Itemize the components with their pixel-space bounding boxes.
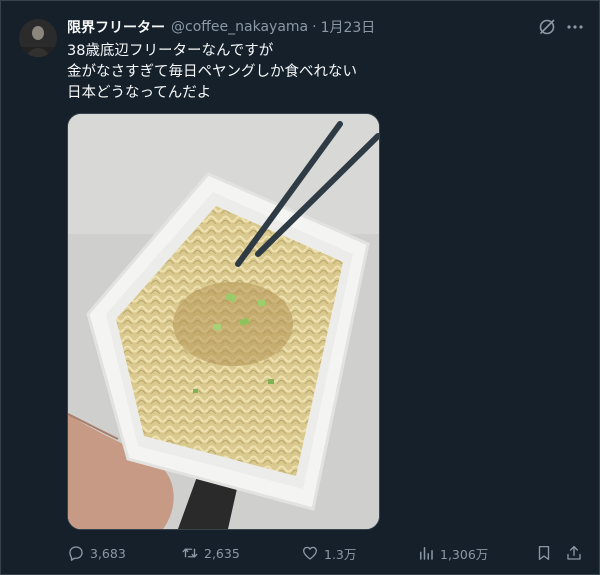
author-avatar[interactable]	[19, 19, 57, 57]
views-icon	[420, 547, 433, 560]
like-button[interactable]: 1.3万	[301, 542, 356, 564]
tweet-header: 限界フリーター @coffee_nakayama · 1月23日	[67, 17, 375, 37]
author-handle[interactable]: @coffee_nakayama	[171, 19, 308, 35]
like-icon	[302, 546, 318, 560]
reply-count: 3,683	[90, 545, 126, 561]
tweet-text-line: 日本どうなってんだよ	[67, 85, 212, 101]
tweet-text-line: 38歳底辺フリーターなんですが	[67, 43, 274, 59]
tweet-text-line: 金がなさすぎて毎日ペヤングしか食べれない	[67, 64, 357, 80]
grok-icon[interactable]	[537, 17, 557, 37]
noodles-photo-icon	[68, 114, 379, 529]
bookmark-button[interactable]	[535, 542, 553, 564]
retweet-count: 2,635	[204, 545, 240, 561]
tweet-timestamp[interactable]: 1月23日	[321, 17, 376, 37]
share-icon	[567, 545, 581, 560]
views-button[interactable]: 1,306万	[417, 542, 488, 564]
retweet-icon	[182, 548, 198, 558]
tweet-card[interactable]: 限界フリーター @coffee_nakayama · 1月23日 38歳底辺フリ…	[0, 0, 600, 575]
share-button[interactable]	[565, 542, 583, 564]
tweet-actions: 3,683 2,635 1.3万 1,306万	[67, 542, 587, 564]
views-count: 1,306万	[440, 546, 489, 562]
bookmark-icon	[538, 545, 550, 561]
tweet-media-photo[interactable]	[67, 113, 380, 530]
like-count: 1.3万	[324, 546, 357, 562]
more-options-icon[interactable]	[565, 17, 585, 37]
separator-dot: ·	[312, 19, 317, 35]
retweet-button[interactable]: 2,635	[181, 542, 240, 564]
tweet-text: 38歳底辺フリーターなんですが 金がなさすぎて毎日ペヤングしか食べれない 日本ど…	[67, 41, 567, 104]
reply-icon	[69, 546, 83, 561]
avatar-image	[19, 19, 57, 57]
author-display-name[interactable]: 限界フリーター	[67, 17, 165, 37]
reply-button[interactable]: 3,683	[67, 542, 126, 564]
